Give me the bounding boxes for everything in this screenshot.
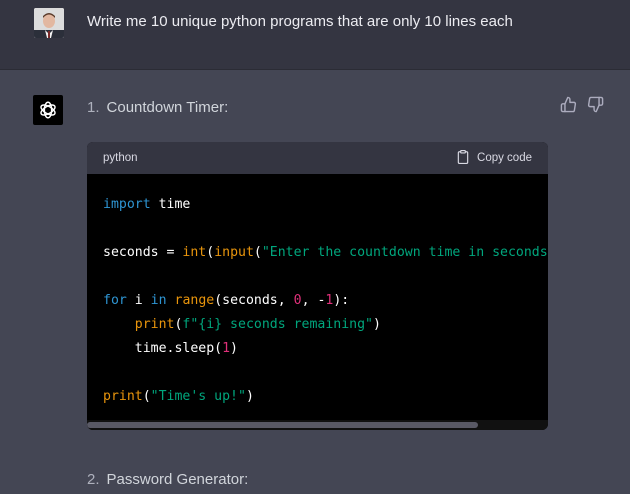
code-line: import time — [103, 197, 191, 212]
list-item-title: Password Generator: — [106, 471, 249, 488]
openai-logo-icon — [33, 95, 63, 125]
code-line: time.sleep(1) — [103, 341, 238, 356]
code-line: print("Time's up!") — [103, 389, 254, 404]
scrollbar-thumb[interactable] — [87, 422, 478, 428]
user-message-text: Write me 10 unique python programs that … — [87, 13, 513, 30]
code-line: seconds = int(input("Enter the countdown… — [103, 245, 548, 260]
list-item: 1. Countdown Timer: — [87, 98, 228, 118]
code-line: print(f"{i} seconds remaining") — [134, 317, 381, 332]
thumbs-down-icon[interactable] — [587, 96, 604, 113]
list-item: 2. Password Generator: — [87, 470, 248, 490]
copy-code-label: Copy code — [477, 152, 532, 164]
copy-code-button[interactable]: Copy code — [456, 149, 532, 168]
horizontal-scrollbar[interactable] — [87, 420, 548, 430]
code-block: python Copy code import time seconds = i… — [87, 142, 548, 430]
clipboard-icon — [456, 149, 470, 168]
list-item-title: Countdown Timer: — [106, 99, 229, 116]
user-avatar — [34, 8, 64, 38]
code-body[interactable]: import time seconds = int(input("Enter t… — [87, 174, 548, 420]
feedback-buttons — [560, 96, 604, 113]
list-item-number: 2. — [87, 471, 100, 488]
user-message-row: Write me 10 unique python programs that … — [0, 0, 630, 70]
thumbs-up-icon[interactable] — [560, 96, 577, 113]
list-item-number: 1. — [87, 99, 100, 116]
code-header: python Copy code — [87, 142, 548, 174]
assistant-message-row: 1. Countdown Timer: python Copy code impo… — [0, 70, 630, 494]
code-language-label: python — [103, 152, 138, 164]
code-line: for i in range(seconds, 0, -1): — [103, 293, 350, 308]
